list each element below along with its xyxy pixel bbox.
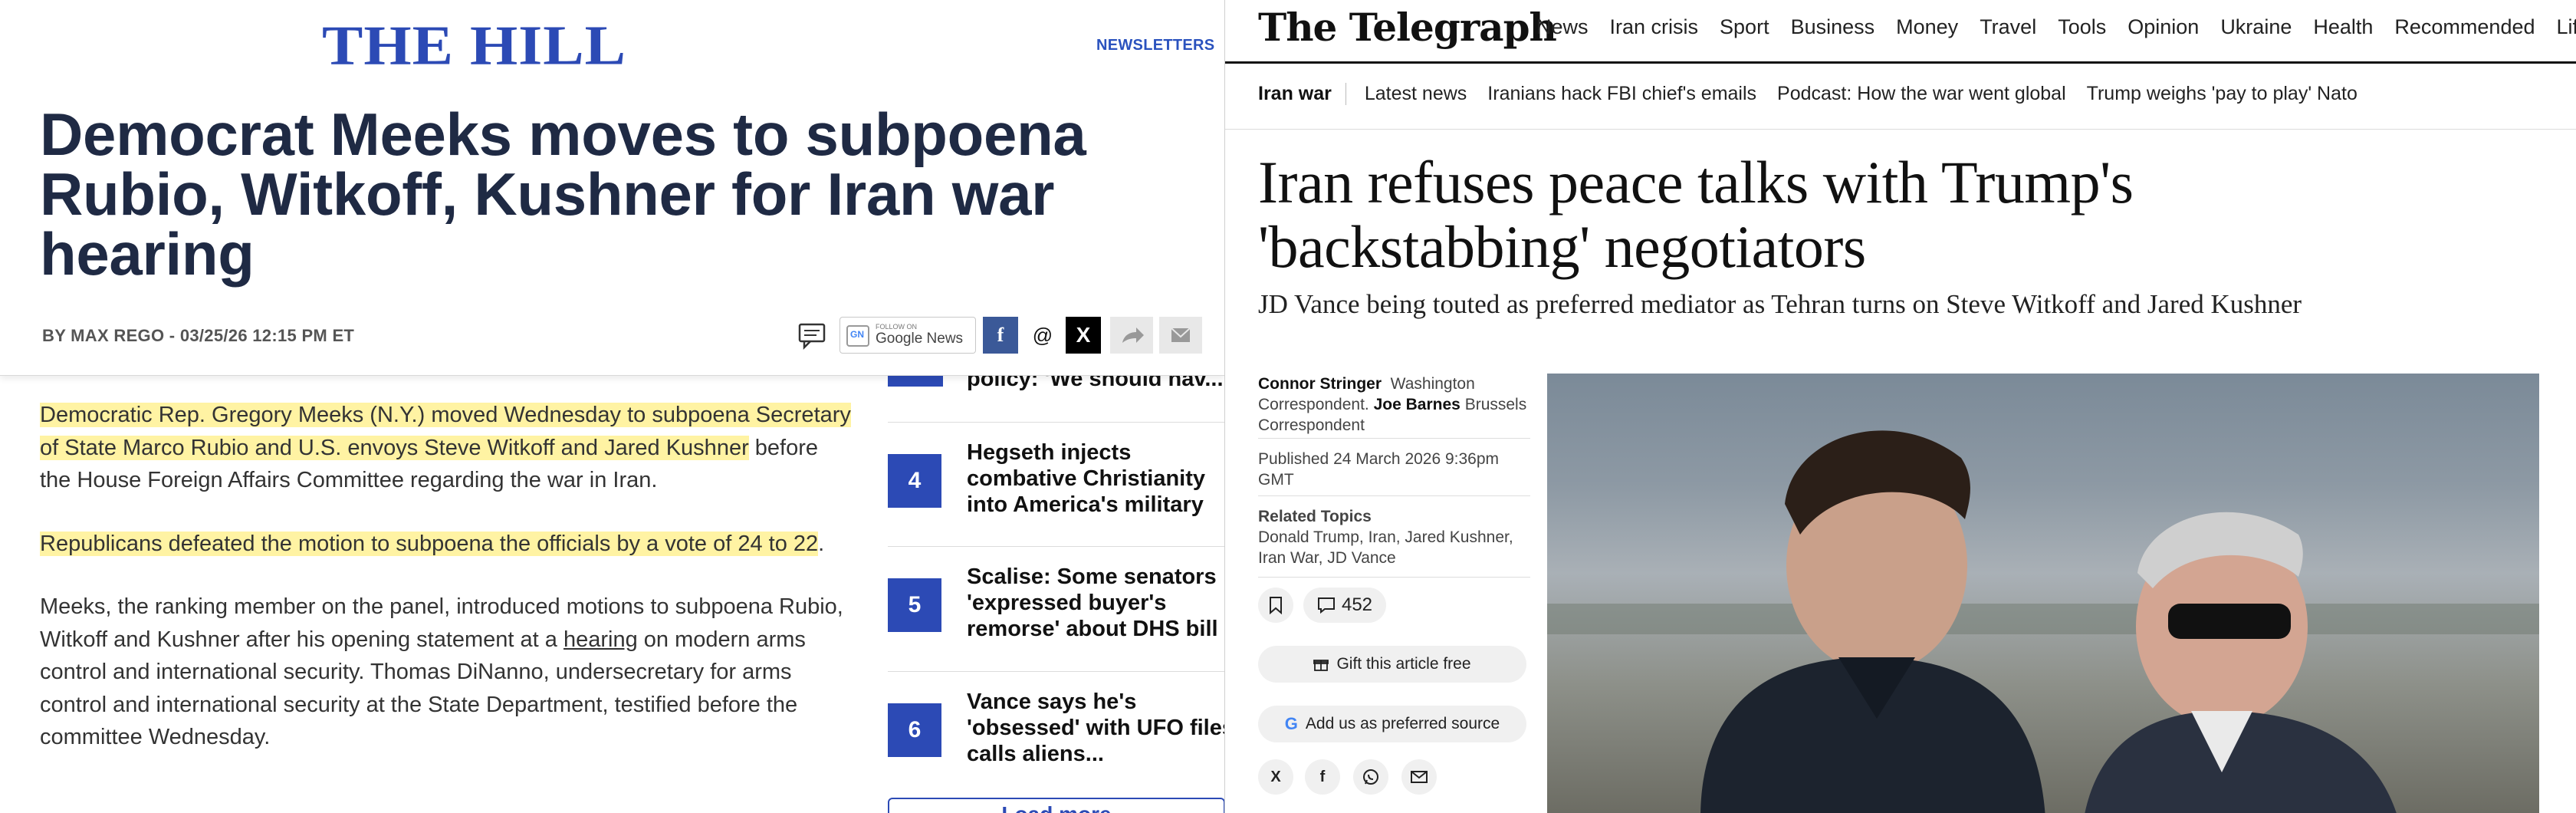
preferred-source-button[interactable]: G Add us as preferred source [1258,706,1526,742]
nav-item[interactable]: Sport [1720,15,1769,39]
facebook-icon[interactable]: f [1305,759,1340,795]
newsletters-link[interactable]: NEWSLETTERS [1096,37,1214,54]
meta-divider [1258,577,1530,578]
meta-divider [1258,495,1530,496]
follow-label: FOLLOW ON [876,323,918,331]
author-name[interactable]: Joe Barnes [1374,396,1460,413]
nav-item[interactable]: Opinion [2128,15,2199,39]
subnav-topic-label[interactable]: Iran war [1258,83,1346,105]
subnav-divider [1225,129,2576,130]
whatsapp-icon[interactable] [1353,759,1388,795]
trend-number-badge: 4 [888,454,941,508]
the-hill-window: Democratic Rep. Gregory Meeks (N.Y.) mov… [0,0,1224,813]
nav-item[interactable]: Health [2313,15,2373,39]
nav-item[interactable]: Lifest [2557,15,2576,39]
google-icon: G [1284,714,1298,733]
article-headline: Iran refuses peace talks with Trump's 'b… [1258,149,2134,280]
preferred-source-label: Add us as preferred source [1305,715,1500,732]
comment-icon [1317,597,1335,614]
article-paragraph-3: Meeks, the ranking member on the panel, … [40,591,853,754]
google-news-icon: GN [846,325,869,347]
facebook-share-icon[interactable]: f [983,317,1018,354]
subnav-link[interactable]: Iranians hack FBI chief's emails [1487,83,1756,105]
google-news-label: Google News [876,331,964,347]
x-share-icon[interactable]: X [1066,317,1101,354]
load-more-button[interactable]: Load more [888,798,1224,813]
topic-subnav: Iran war Latest news Iranians hack FBI c… [1258,83,2378,105]
related-topics-list[interactable]: Donald Trump, Iran, Jared Kushner, Iran … [1258,527,1534,568]
gift-icon [1313,660,1329,671]
telegraph-logo[interactable]: The Telegraph [1258,5,1557,50]
gift-label: Gift this article free [1336,655,1471,673]
trend-item-title[interactable]: Hegseth injects combative Christianity i… [967,439,1224,518]
trend-item[interactable]: 5 Scalise: Some senators 'expressed buye… [888,546,1224,669]
trend-number-badge: 5 [888,578,941,632]
nav-item[interactable]: Tools [2058,15,2106,39]
nav-item[interactable]: Recommended [2394,15,2535,39]
comments-button[interactable]: 452 [1303,588,1386,623]
page-title: Democrat Meeks moves to subpoena Rubio, … [40,100,1086,288]
paragraph-text: . [818,531,825,556]
trend-item-title[interactable]: Scalise: Some senators 'expressed buyer'… [967,564,1224,642]
telegraph-window: The Telegraph News Iran crisis Sport Bus… [1224,0,2576,813]
meta-divider [1258,438,1530,439]
article-hero-photo [1547,374,2539,813]
author-name[interactable]: Connor Stringer [1258,375,1382,393]
nav-item[interactable]: Ukraine [2220,15,2292,39]
comment-icon[interactable] [794,317,830,354]
article-paragraph-2: Republicans defeated the motion to subpo… [40,528,853,561]
hearing-link[interactable]: hearing [564,627,638,652]
email-share-icon[interactable] [1159,317,1202,354]
highlighted-text: Republicans defeated the motion to subpo… [40,531,819,556]
trend-number-badge: 6 [888,703,941,757]
byline: BY MAX REGO - 03/25/26 12:15 PM ET [42,326,355,345]
google-news-follow-button[interactable]: GN FOLLOW ON Google News [840,317,976,354]
article-standfirst: JD Vance being touted as preferred media… [1258,289,2302,319]
trend-item[interactable]: 6 Vance says he's 'obsessed' with UFO fi… [888,671,1224,794]
subnav-link[interactable]: Podcast: How the war went global [1777,83,2066,105]
email-icon[interactable] [1401,759,1437,795]
hill-header: THE HILL NEWSLETTERS Democrat Meeks move… [0,0,1224,376]
nav-item[interactable]: Iran crisis [1610,15,1699,39]
published-date: Published 24 March 2026 9:36pm GMT [1258,450,1500,489]
article-body: Democratic Rep. Gregory Meeks (N.Y.) mov… [40,399,853,785]
threads-share-icon[interactable]: @ [1025,317,1060,354]
highlighted-text: Democratic Rep. Gregory Meeks (N.Y.) mov… [40,403,851,460]
the-hill-logo[interactable]: THE HILL [322,14,626,78]
nav-item[interactable]: Travel [1980,15,2036,39]
related-topics-heading: Related Topics [1258,508,1372,525]
author-block: Connor Stringer Washington Correspondent… [1258,374,1534,436]
nav-item[interactable]: News [1536,15,1589,39]
share-arrow-icon[interactable] [1110,317,1153,354]
trend-item-title[interactable]: Vance says he's 'obsessed' with UFO file… [967,689,1224,767]
main-nav: News Iran crisis Sport Business Money Tr… [1536,15,2576,39]
subnav-link[interactable]: Trump weighs 'pay to play' Nato [2087,83,2358,105]
bookmark-icon[interactable] [1258,588,1293,623]
article-paragraph-1: Democratic Rep. Gregory Meeks (N.Y.) mov… [40,399,853,497]
nav-item[interactable]: Money [1896,15,1958,39]
subnav-link[interactable]: Latest news [1365,83,1467,105]
trend-item[interactable]: 4 Hegseth injects combative Christianity… [888,422,1224,545]
comment-count: 452 [1341,594,1373,615]
x-icon[interactable]: X [1258,759,1293,795]
gift-article-button[interactable]: Gift this article free [1258,646,1526,683]
header-divider [1225,61,2576,64]
related-topics: Related Topics Donald Trump, Iran, Jared… [1258,506,1534,568]
nav-item[interactable]: Business [1791,15,1875,39]
